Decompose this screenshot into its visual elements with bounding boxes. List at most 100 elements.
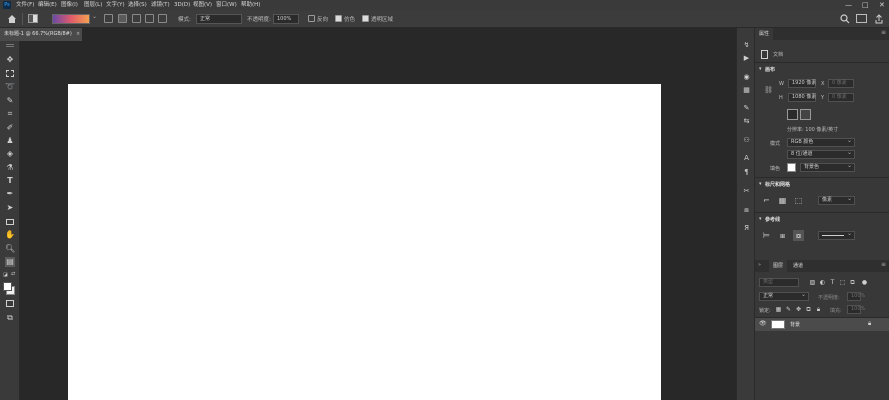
layer-row-background[interactable]: 👁︎ 背景 🔒︎: [755, 318, 889, 331]
document-canvas[interactable]: [68, 84, 661, 400]
dither-checkbox[interactable]: [335, 15, 342, 22]
eraser-tool-icon[interactable]: ◈: [5, 149, 15, 159]
tool-preset-picker[interactable]: [28, 14, 38, 23]
link-icon[interactable]: ⛓: [764, 86, 773, 94]
layer-fill-field[interactable]: 100%: [847, 305, 865, 314]
filter-toggle-icon[interactable]: ●: [859, 277, 870, 288]
y-field[interactable]: 0 像素: [828, 93, 854, 102]
share-icon[interactable]: [874, 14, 884, 24]
reflected-gradient-button[interactable]: [145, 14, 154, 23]
menu-layer[interactable]: 图层(L): [84, 0, 102, 10]
gradient-tool-icon[interactable]: ⚗: [5, 163, 15, 173]
tool-presets-icon[interactable]: ✂: [741, 186, 752, 196]
menu-select[interactable]: 选择(S): [128, 0, 147, 10]
transparency-checkbox[interactable]: [362, 15, 369, 22]
swatches-icon[interactable]: ▦: [741, 85, 752, 95]
swap-colors-icon[interactable]: ⇄: [11, 271, 15, 277]
canvas-area[interactable]: [21, 41, 735, 400]
maximize-button[interactable]: □: [862, 0, 869, 10]
path-selection-tool-icon[interactable]: ➤: [5, 203, 15, 213]
panel-menu-icon[interactable]: ≡: [881, 29, 886, 36]
edit-toolbar-icon[interactable]: ▤: [5, 257, 15, 267]
bit-depth-dropdown[interactable]: 8 位/通道: [787, 149, 855, 159]
smart-guides-icon[interactable]: ⧇: [793, 230, 804, 241]
adjustments-icon[interactable]: ⇆: [741, 116, 752, 126]
character-icon[interactable]: A: [741, 153, 752, 163]
width-field[interactable]: 1920 像素: [788, 79, 816, 88]
menu-file[interactable]: 文件(F): [16, 0, 34, 10]
fill-color-swatch[interactable]: [787, 163, 796, 172]
fill-dropdown[interactable]: 背景色: [800, 162, 855, 172]
tab-properties[interactable]: 属性: [755, 28, 774, 40]
menu-type[interactable]: 文字(Y): [106, 0, 125, 10]
quick-mask-icon[interactable]: [5, 299, 15, 309]
stamp-tool-icon[interactable]: ♟: [5, 136, 15, 146]
layer-opacity-field[interactable]: 100%: [847, 292, 865, 301]
ruler-unit-dropdown[interactable]: 像素: [818, 195, 855, 205]
clone-source-icon[interactable]: ⧈: [741, 205, 752, 215]
linear-gradient-button[interactable]: [104, 14, 113, 23]
document-tab[interactable]: 未标题-1 @ 66.7%(RGB/8#) ×: [0, 28, 82, 41]
brush-tool-icon[interactable]: ✐: [5, 123, 15, 133]
color-mode-dropdown[interactable]: RGB 颜色: [787, 137, 855, 147]
grid-icon[interactable]: ▦: [777, 195, 788, 206]
radial-gradient-button[interactable]: [118, 14, 127, 23]
paragraph-icon[interactable]: ¶: [741, 167, 752, 177]
diamond-gradient-button[interactable]: [158, 14, 167, 23]
menu-image[interactable]: 图像(I): [61, 0, 78, 10]
eye-icon[interactable]: 👁︎: [759, 320, 767, 327]
libraries-icon[interactable]: ⚇: [741, 135, 752, 145]
rulers-icon[interactable]: ⌐: [761, 195, 772, 206]
search-icon[interactable]: [840, 14, 850, 24]
portrait-orientation-button[interactable]: [787, 109, 798, 120]
menu-help[interactable]: 帮助(H): [241, 0, 260, 10]
foreground-color-swatch[interactable]: [3, 282, 12, 291]
angle-gradient-button[interactable]: [132, 14, 141, 23]
mode-dropdown[interactable]: 正常: [196, 14, 242, 24]
default-colors-icon[interactable]: ◪: [3, 272, 8, 278]
landscape-orientation-button[interactable]: [800, 109, 811, 120]
color-icon[interactable]: ◉: [741, 72, 752, 82]
hand-tool-icon[interactable]: ✋: [5, 230, 15, 240]
chevron-down-icon[interactable]: ▾: [759, 66, 762, 72]
workspace-icon[interactable]: [856, 14, 867, 23]
tab-channels[interactable]: 通道: [789, 260, 807, 272]
height-field[interactable]: 1080 像素: [788, 93, 816, 102]
x-field[interactable]: 0 像素: [828, 79, 854, 88]
menu-3d[interactable]: 3D(D): [174, 0, 190, 10]
zoom-tool-icon[interactable]: 🔍︎: [5, 244, 15, 254]
guide-layout-icon[interactable]: ⊨: [761, 230, 772, 241]
menu-view[interactable]: 视图(V): [193, 0, 212, 10]
filter-smart-icon[interactable]: ⧉: [847, 277, 858, 288]
lock-all-icon[interactable]: 🔒︎: [813, 304, 824, 315]
marquee-tool-icon[interactable]: [5, 69, 15, 79]
type-tool-icon[interactable]: T: [5, 176, 15, 186]
close-tab-icon[interactable]: ×: [76, 28, 80, 41]
move-tool-icon[interactable]: ✥: [5, 55, 15, 65]
menu-window[interactable]: 窗口(W): [216, 0, 237, 10]
actions-icon[interactable]: ▶: [741, 53, 752, 63]
guide-color-dropdown[interactable]: [818, 230, 855, 240]
reverse-checkbox[interactable]: [308, 15, 315, 22]
lasso-tool-icon[interactable]: ➰: [5, 82, 15, 92]
guide-grid-icon[interactable]: ⧆: [777, 230, 788, 241]
layer-filter-field[interactable]: 类型: [759, 278, 799, 287]
toolbar-grip-icon[interactable]: [6, 44, 14, 47]
guides-icon[interactable]: ⬚: [793, 195, 804, 206]
menu-filter[interactable]: 滤镜(T): [151, 0, 170, 10]
chevron-down-icon[interactable]: ▾: [759, 216, 762, 222]
screen-mode-icon[interactable]: ⧉: [5, 313, 15, 323]
quick-selection-tool-icon[interactable]: ✎: [5, 96, 15, 106]
gradient-preview[interactable]: [52, 14, 90, 24]
rectangle-tool-icon[interactable]: [5, 217, 15, 227]
opacity-input[interactable]: 100%: [273, 14, 299, 24]
chevron-down-icon[interactable]: ▾: [759, 181, 762, 187]
layers-menu-icon[interactable]: ≡: [881, 261, 886, 268]
collapse-icon[interactable]: »: [758, 262, 761, 268]
crop-tool-icon[interactable]: ⌗: [5, 109, 15, 119]
home-icon[interactable]: [7, 14, 17, 24]
history-icon[interactable]: ↯: [741, 40, 752, 50]
menu-edit[interactable]: 编辑(E): [38, 0, 57, 10]
glyphs-icon[interactable]: Я: [741, 223, 752, 233]
tab-layers[interactable]: 图层: [769, 260, 788, 272]
